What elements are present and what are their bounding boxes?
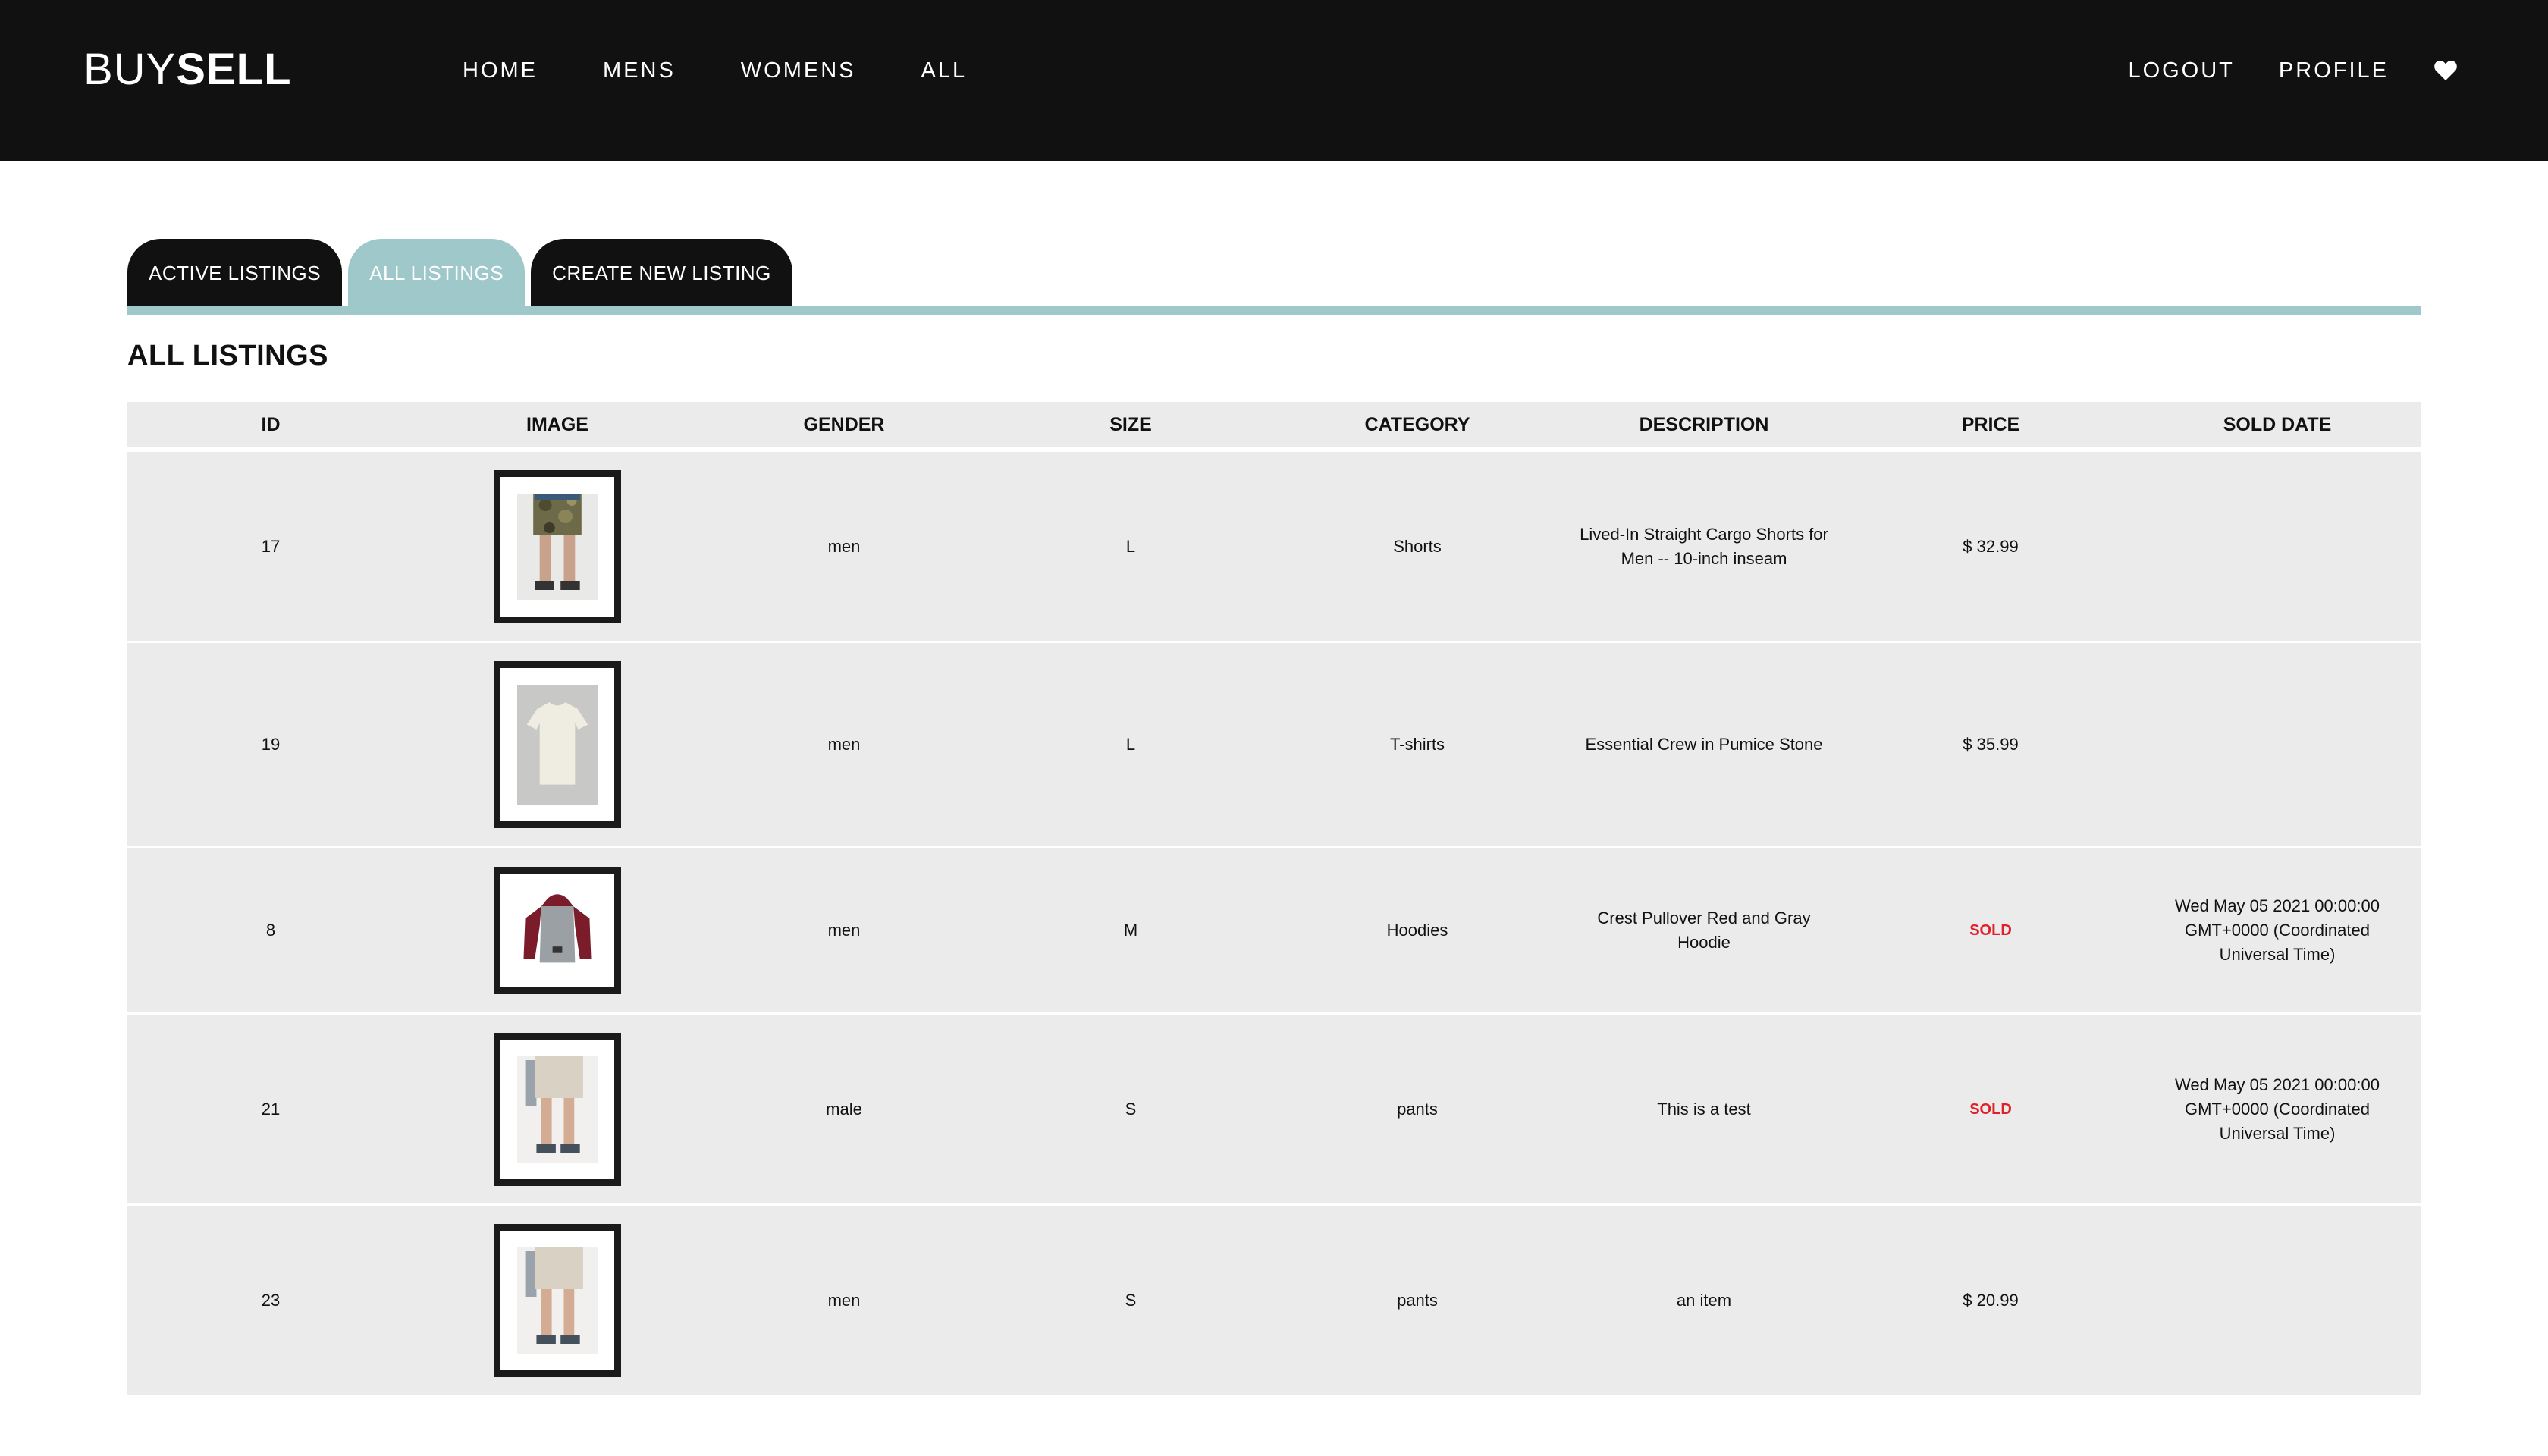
cell-sold-date: Wed May 05 2021 00:00:00 GMT+0000 (Coord… — [2175, 1075, 2380, 1143]
camo-shorts-image — [517, 493, 598, 600]
cell-price: $ 35.99 — [1963, 734, 2019, 754]
tab-active-listings[interactable]: ACTIVE LISTINGS — [127, 239, 343, 307]
product-thumbnail[interactable] — [494, 1032, 621, 1186]
cell-id: 8 — [265, 920, 276, 940]
table-row[interactable]: 21 male S pants This is a test SOLD Wed … — [127, 1015, 2421, 1206]
cell-price: $ 20.99 — [1963, 1290, 2019, 1310]
cell-image — [414, 1032, 701, 1186]
cell-price-sold: SOLD — [1969, 1100, 2012, 1118]
cell-id: 19 — [261, 734, 281, 754]
cell-image — [414, 866, 701, 994]
product-thumbnail[interactable] — [494, 661, 621, 828]
nav-mens-link[interactable]: MENS — [603, 58, 676, 83]
heart-icon[interactable] — [2434, 60, 2457, 81]
page-title: ALL LISTINGS — [127, 340, 328, 372]
cell-id: 21 — [261, 1099, 281, 1119]
table-row[interactable]: 17 men L Shorts Lived-In Straight Cargo … — [127, 452, 2421, 643]
cell-category: Hoodies — [1386, 920, 1448, 940]
cell-category: T-shirts — [1389, 734, 1445, 754]
brand-logo-bold: SELL — [176, 45, 292, 94]
brand-logo[interactable]: BUYSELL — [83, 46, 292, 94]
main-nav: HOME MENS WOMENS ALL — [463, 58, 1032, 83]
khaki-shorts-image — [517, 1247, 598, 1354]
nav-womens-link[interactable]: WOMENS — [741, 58, 856, 83]
cell-image — [414, 1223, 701, 1377]
cell-price: $ 32.99 — [1963, 536, 2019, 556]
khaki-shorts-image — [517, 1056, 598, 1163]
cell-gender: men — [827, 920, 861, 940]
col-header-gender: GENDER — [803, 413, 885, 435]
cell-image — [414, 469, 701, 623]
product-thumbnail[interactable] — [494, 469, 621, 623]
cell-description: Lived-In Straight Cargo Shorts for Men -… — [1580, 524, 1828, 568]
cell-size: S — [1125, 1290, 1137, 1310]
cell-description: This is a test — [1657, 1099, 1751, 1119]
cell-category: pants — [1397, 1099, 1438, 1119]
col-header-price: PRICE — [1961, 413, 2020, 435]
cell-id: 17 — [261, 536, 281, 556]
cell-size: L — [1125, 734, 1136, 754]
tab-create-new-listing[interactable]: CREATE NEW LISTING — [531, 239, 792, 307]
tab-underline — [127, 306, 2421, 315]
product-thumbnail[interactable] — [494, 1223, 621, 1377]
cell-size: S — [1125, 1099, 1137, 1119]
col-header-size: SIZE — [1109, 413, 1152, 435]
listing-tabs: ACTIVE LISTINGS ALL LISTINGS CREATE NEW … — [127, 239, 799, 307]
col-header-category: CATEGORY — [1364, 413, 1470, 435]
cell-sold-date: Wed May 05 2021 00:00:00 GMT+0000 (Coord… — [2175, 896, 2380, 964]
nav-all-link[interactable]: ALL — [921, 58, 968, 83]
table-header: ID IMAGE GENDER SIZE CATEGORY DESCRIPTIO… — [127, 402, 2421, 447]
col-header-description: DESCRIPTION — [1639, 413, 1769, 435]
cell-image — [414, 661, 701, 828]
tab-all-listings[interactable]: ALL LISTINGS — [348, 239, 526, 307]
cell-description: an item — [1676, 1290, 1732, 1310]
nav-home-link[interactable]: HOME — [463, 58, 538, 83]
product-thumbnail[interactable] — [494, 866, 621, 994]
listings-table: ID IMAGE GENDER SIZE CATEGORY DESCRIPTIO… — [127, 402, 2421, 1397]
table-row[interactable]: 8 men M Hoodies Crest Pullover Red and G… — [127, 848, 2421, 1015]
table-row[interactable]: 23 men S pants an item $ 20.99 — [127, 1206, 2421, 1397]
cell-gender: male — [826, 1099, 862, 1119]
cell-category: Shorts — [1393, 536, 1442, 556]
cell-size: L — [1125, 536, 1136, 556]
col-header-image: IMAGE — [526, 413, 588, 435]
cell-gender: men — [827, 734, 861, 754]
table-row[interactable]: 19 men L T-shirts Essential Crew in Pumi… — [127, 643, 2421, 848]
cell-size: M — [1123, 920, 1138, 940]
profile-link[interactable]: PROFILE — [2279, 58, 2389, 83]
top-navbar: BUYSELL HOME MENS WOMENS ALL LOGOUT PROF… — [0, 0, 2548, 161]
col-header-id: ID — [261, 413, 281, 435]
cream-tshirt-image — [517, 684, 598, 805]
brand-logo-light: BUY — [83, 45, 177, 94]
cell-description: Essential Crew in Pumice Stone — [1585, 734, 1823, 754]
cell-category: pants — [1397, 1290, 1438, 1310]
cell-gender: men — [827, 536, 861, 556]
hoodie-image — [517, 890, 598, 971]
cell-gender: men — [827, 1290, 861, 1310]
col-header-sold-date: SOLD DATE — [2223, 413, 2332, 435]
account-nav: LOGOUT PROFILE — [2084, 58, 2457, 83]
cell-id: 23 — [261, 1290, 281, 1310]
cell-price-sold: SOLD — [1969, 921, 2012, 939]
cell-description: Crest Pullover Red and Gray Hoodie — [1597, 908, 1811, 952]
logout-link[interactable]: LOGOUT — [2128, 58, 2234, 83]
